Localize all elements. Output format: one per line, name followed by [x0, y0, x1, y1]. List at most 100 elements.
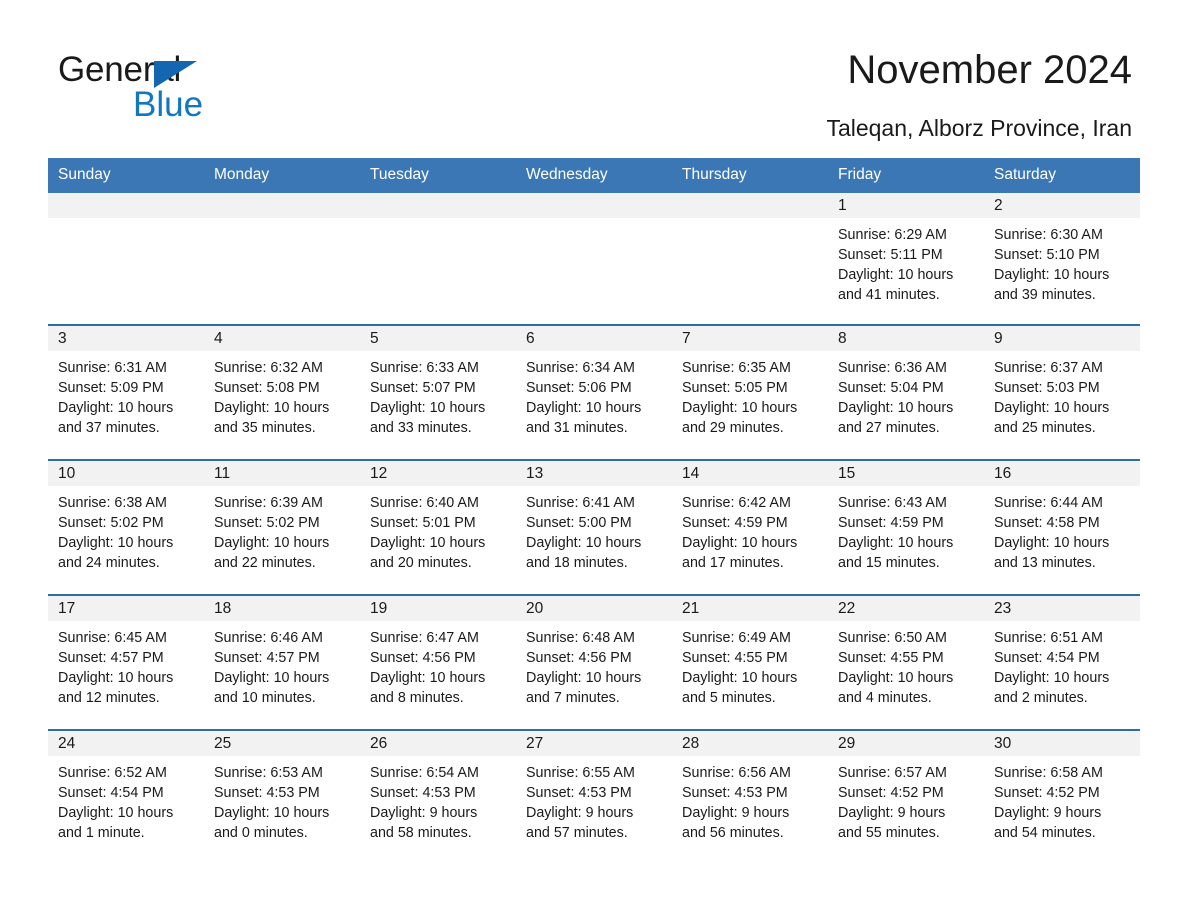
daylight-text-line1: Daylight: 10 hours — [994, 267, 1110, 283]
calendar-week-row: 10 Sunrise: 6:38 AM Sunset: 5:02 PM Dayligh… — [48, 459, 1140, 595]
day-cell[interactable]: 28 Sunrise: 6:56 AM Sunset: 4:53 PM Dayligh… — [672, 729, 828, 849]
day-cell[interactable]: 11 Sunrise: 6:39 AM Sunset: 5:02 PM Dayligh… — [204, 459, 360, 595]
daylight-text-line2: and 58 minutes. — [370, 825, 472, 841]
day-cell[interactable]: 3 Sunrise: 6:31 AM Sunset: 5:09 PM Daylight… — [48, 324, 204, 460]
sunrise-text: Sunrise: 6:31 AM — [58, 360, 167, 376]
day-cell[interactable]: 2 Sunrise: 6:30 AM Sunset: 5:10 PM Daylight… — [984, 193, 1140, 325]
day-details — [204, 218, 360, 225]
day-cell[interactable]: 26 Sunrise: 6:54 AM Sunset: 4:53 PM Dayligh… — [360, 729, 516, 849]
daylight-text-line2: and 2 minutes. — [994, 690, 1088, 706]
daylight-text-line2: and 54 minutes. — [994, 825, 1096, 841]
day-cell[interactable]: 17 Sunrise: 6:45 AM Sunset: 4:57 PM Dayligh… — [48, 594, 204, 730]
sunrise-text: Sunrise: 6:29 AM — [838, 227, 947, 243]
sunrise-text: Sunrise: 6:51 AM — [994, 630, 1103, 646]
daylight-text-line1: Daylight: 10 hours — [58, 670, 174, 686]
day-cell[interactable]: 27 Sunrise: 6:55 AM Sunset: 4:53 PM Dayligh… — [516, 729, 672, 849]
day-cell[interactable]: 18 Sunrise: 6:46 AM Sunset: 4:57 PM Dayligh… — [204, 594, 360, 730]
day-cell[interactable]: 22 Sunrise: 6:50 AM Sunset: 4:55 PM Dayligh… — [828, 594, 984, 730]
sunrise-text: Sunrise: 6:37 AM — [994, 360, 1103, 376]
day-cell[interactable]: 25 Sunrise: 6:53 AM Sunset: 4:53 PM Dayligh… — [204, 729, 360, 849]
day-cell-empty — [516, 193, 672, 325]
day-cell[interactable]: 10 Sunrise: 6:38 AM Sunset: 5:02 PM Dayligh… — [48, 459, 204, 595]
day-cell[interactable]: 19 Sunrise: 6:47 AM Sunset: 4:56 PM Dayligh… — [360, 594, 516, 730]
sunset-text: Sunset: 4:59 PM — [838, 515, 944, 531]
day-cell[interactable]: 12 Sunrise: 6:40 AM Sunset: 5:01 PM Dayligh… — [360, 459, 516, 595]
sunset-text: Sunset: 4:53 PM — [526, 785, 632, 801]
daylight-text-line1: Daylight: 10 hours — [214, 805, 330, 821]
day-number — [360, 193, 516, 218]
day-details: Sunrise: 6:47 AM Sunset: 4:56 PM Daylight:… — [360, 621, 516, 708]
daylight-text-line2: and 31 minutes. — [526, 420, 628, 436]
day-number: 9 — [984, 326, 1140, 351]
daylight-text-line2: and 13 minutes. — [994, 555, 1096, 571]
day-number: 8 — [828, 326, 984, 351]
day-cell[interactable]: 21 Sunrise: 6:49 AM Sunset: 4:55 PM Dayligh… — [672, 594, 828, 730]
daylight-text-line2: and 41 minutes. — [838, 287, 940, 303]
sunrise-text: Sunrise: 6:30 AM — [994, 227, 1103, 243]
day-number: 29 — [828, 731, 984, 756]
day-details — [48, 218, 204, 225]
day-details: Sunrise: 6:33 AM Sunset: 5:07 PM Daylight:… — [360, 351, 516, 438]
day-cell[interactable]: 24 Sunrise: 6:52 AM Sunset: 4:54 PM Dayligh… — [48, 729, 204, 849]
daylight-text-line2: and 12 minutes. — [58, 690, 160, 706]
day-number — [204, 193, 360, 218]
day-number: 14 — [672, 461, 828, 486]
day-details: Sunrise: 6:53 AM Sunset: 4:53 PM Daylight:… — [204, 756, 360, 843]
daylight-text-line1: Daylight: 10 hours — [370, 670, 486, 686]
daylight-text-line2: and 55 minutes. — [838, 825, 940, 841]
daylight-text-line2: and 39 minutes. — [994, 287, 1096, 303]
daylight-text-line2: and 17 minutes. — [682, 555, 784, 571]
sunrise-text: Sunrise: 6:38 AM — [58, 495, 167, 511]
day-cell[interactable]: 16 Sunrise: 6:44 AM Sunset: 4:58 PM Dayligh… — [984, 459, 1140, 595]
daylight-text-line2: and 0 minutes. — [214, 825, 308, 841]
day-number — [672, 193, 828, 218]
day-cell[interactable]: 14 Sunrise: 6:42 AM Sunset: 4:59 PM Dayligh… — [672, 459, 828, 595]
sunset-text: Sunset: 4:55 PM — [682, 650, 788, 666]
day-cell[interactable]: 1 Sunrise: 6:29 AM Sunset: 5:11 PM Daylight… — [828, 193, 984, 325]
day-cell[interactable]: 29 Sunrise: 6:57 AM Sunset: 4:52 PM Dayligh… — [828, 729, 984, 849]
sunset-text: Sunset: 4:53 PM — [370, 785, 476, 801]
day-cell[interactable]: 15 Sunrise: 6:43 AM Sunset: 4:59 PM Dayligh… — [828, 459, 984, 595]
day-details: Sunrise: 6:44 AM Sunset: 4:58 PM Daylight:… — [984, 486, 1140, 573]
generalblue-logo[interactable]: General Blue — [58, 52, 258, 124]
day-cell[interactable]: 6 Sunrise: 6:34 AM Sunset: 5:06 PM Daylight… — [516, 324, 672, 460]
daylight-text-line2: and 8 minutes. — [370, 690, 464, 706]
day-number — [516, 193, 672, 218]
sunset-text: Sunset: 5:06 PM — [526, 380, 632, 396]
day-details: Sunrise: 6:35 AM Sunset: 5:05 PM Daylight:… — [672, 351, 828, 438]
weekday-header-thursday: Thursday — [672, 158, 828, 193]
day-number: 2 — [984, 193, 1140, 218]
day-cell[interactable]: 4 Sunrise: 6:32 AM Sunset: 5:08 PM Daylight… — [204, 324, 360, 460]
daylight-text-line2: and 20 minutes. — [370, 555, 472, 571]
day-cell[interactable]: 8 Sunrise: 6:36 AM Sunset: 5:04 PM Daylight… — [828, 324, 984, 460]
day-number: 24 — [48, 731, 204, 756]
calendar-header-row: Sunday Monday Tuesday Wednesday Thursday… — [48, 158, 1140, 193]
day-details: Sunrise: 6:49 AM Sunset: 4:55 PM Daylight:… — [672, 621, 828, 708]
day-details: Sunrise: 6:57 AM Sunset: 4:52 PM Daylight:… — [828, 756, 984, 843]
weekday-header-monday: Monday — [204, 158, 360, 193]
sunset-text: Sunset: 5:11 PM — [838, 247, 943, 263]
daylight-text-line1: Daylight: 9 hours — [838, 805, 946, 821]
day-number: 22 — [828, 596, 984, 621]
day-number: 26 — [360, 731, 516, 756]
sunset-text: Sunset: 5:02 PM — [58, 515, 164, 531]
daylight-text-line1: Daylight: 10 hours — [526, 670, 642, 686]
day-details: Sunrise: 6:32 AM Sunset: 5:08 PM Daylight:… — [204, 351, 360, 438]
day-cell[interactable]: 30 Sunrise: 6:58 AM Sunset: 4:52 PM Dayligh… — [984, 729, 1140, 849]
day-cell[interactable]: 13 Sunrise: 6:41 AM Sunset: 5:00 PM Dayligh… — [516, 459, 672, 595]
daylight-text-line1: Daylight: 10 hours — [58, 805, 174, 821]
day-details: Sunrise: 6:30 AM Sunset: 5:10 PM Daylight:… — [984, 218, 1140, 305]
day-cell[interactable]: 23 Sunrise: 6:51 AM Sunset: 4:54 PM Dayligh… — [984, 594, 1140, 730]
sunrise-text: Sunrise: 6:52 AM — [58, 765, 167, 781]
daylight-text-line2: and 22 minutes. — [214, 555, 316, 571]
day-cell[interactable]: 7 Sunrise: 6:35 AM Sunset: 5:05 PM Daylight… — [672, 324, 828, 460]
sunrise-text: Sunrise: 6:42 AM — [682, 495, 791, 511]
sunset-text: Sunset: 4:58 PM — [994, 515, 1100, 531]
day-cell[interactable]: 9 Sunrise: 6:37 AM Sunset: 5:03 PM Daylight… — [984, 324, 1140, 460]
day-cell-empty — [204, 193, 360, 325]
sunrise-text: Sunrise: 6:46 AM — [214, 630, 323, 646]
day-cell[interactable]: 5 Sunrise: 6:33 AM Sunset: 5:07 PM Daylight… — [360, 324, 516, 460]
day-cell[interactable]: 20 Sunrise: 6:48 AM Sunset: 4:56 PM Dayligh… — [516, 594, 672, 730]
sunrise-text: Sunrise: 6:33 AM — [370, 360, 479, 376]
daylight-text-line1: Daylight: 10 hours — [682, 535, 798, 551]
